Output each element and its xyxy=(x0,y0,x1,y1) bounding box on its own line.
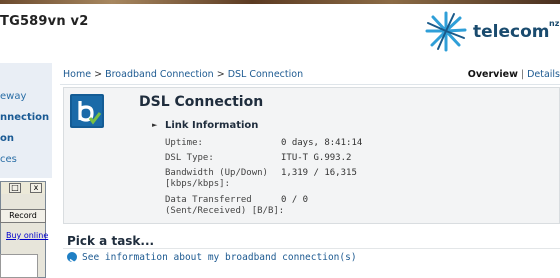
tab-details[interactable]: Details xyxy=(527,69,560,80)
breadcrumb-current[interactable]: DSL Connection xyxy=(228,69,303,80)
sidebar-item-services[interactable]: ces xyxy=(0,154,17,165)
brand-suffix: nz xyxy=(549,19,560,28)
breadcrumb-separator: > xyxy=(216,69,225,80)
buy-online-link[interactable]: Buy online xyxy=(6,231,48,240)
telecom-logo: telecom nz xyxy=(424,10,560,52)
sidebar-item-gateway[interactable]: eway xyxy=(0,91,26,102)
device-title: TG589vn v2 xyxy=(0,14,89,29)
bandwidth-value: 1,319 / 16,315 xyxy=(281,168,357,178)
data-transferred-unit-label: (Sent/Received) [B/B]: xyxy=(165,206,285,216)
bandwidth-label: Bandwidth (Up/Down) xyxy=(165,168,268,178)
breadcrumb-home[interactable]: Home xyxy=(63,69,91,80)
brand-name: telecom xyxy=(473,22,550,42)
popup-titlebar[interactable]: □ x xyxy=(1,182,45,194)
dsl-type-value: ITU-T G.993.2 xyxy=(281,153,352,163)
link-information-heading[interactable]: Link Information xyxy=(165,120,258,131)
pick-task-heading: Pick a task... xyxy=(67,234,155,248)
minimize-icon[interactable]: □ xyxy=(9,183,21,193)
sidebar: eway nnection on ces xyxy=(0,63,52,178)
close-icon[interactable]: x xyxy=(30,183,42,193)
sidebar-item-connection[interactable]: on xyxy=(0,133,14,144)
broadband-info-link[interactable]: See information about my broadband conne… xyxy=(82,252,357,263)
dsl-type-label: DSL Type: xyxy=(165,153,214,163)
arrow-circle-icon[interactable] xyxy=(67,252,77,266)
record-button[interactable]: Record xyxy=(0,209,46,223)
starburst-icon xyxy=(425,11,467,52)
breadcrumb-separator: > xyxy=(94,69,103,80)
panel-title: DSL Connection xyxy=(139,94,264,110)
broadband-app-icon xyxy=(70,94,104,128)
popup-content-area xyxy=(0,254,38,278)
tab-divider: | xyxy=(520,69,525,80)
breadcrumb-broadband[interactable]: Broadband Connection xyxy=(105,69,214,80)
uptime-label: Uptime: xyxy=(165,138,203,148)
header-banner-stripe xyxy=(0,0,560,4)
expand-triangle-icon[interactable]: ► xyxy=(152,121,157,129)
divider xyxy=(60,84,560,85)
divider xyxy=(63,248,560,249)
data-transferred-value: 0 / 0 xyxy=(281,195,309,205)
sidebar-item-broadband-connection[interactable]: nnection xyxy=(0,112,49,123)
breadcrumb: Home > Broadband Connection > DSL Connec… xyxy=(63,69,303,80)
bandwidth-unit-label: [kbps/kbps]: xyxy=(165,179,231,189)
view-tabs: Overview | Details xyxy=(468,69,560,80)
uptime-value: 0 days, 8:41:14 xyxy=(281,138,363,148)
tab-overview[interactable]: Overview xyxy=(468,69,518,80)
data-transferred-label: Data Transferred xyxy=(165,195,252,205)
header: TG589vn v2 telecom nz xyxy=(0,0,560,57)
